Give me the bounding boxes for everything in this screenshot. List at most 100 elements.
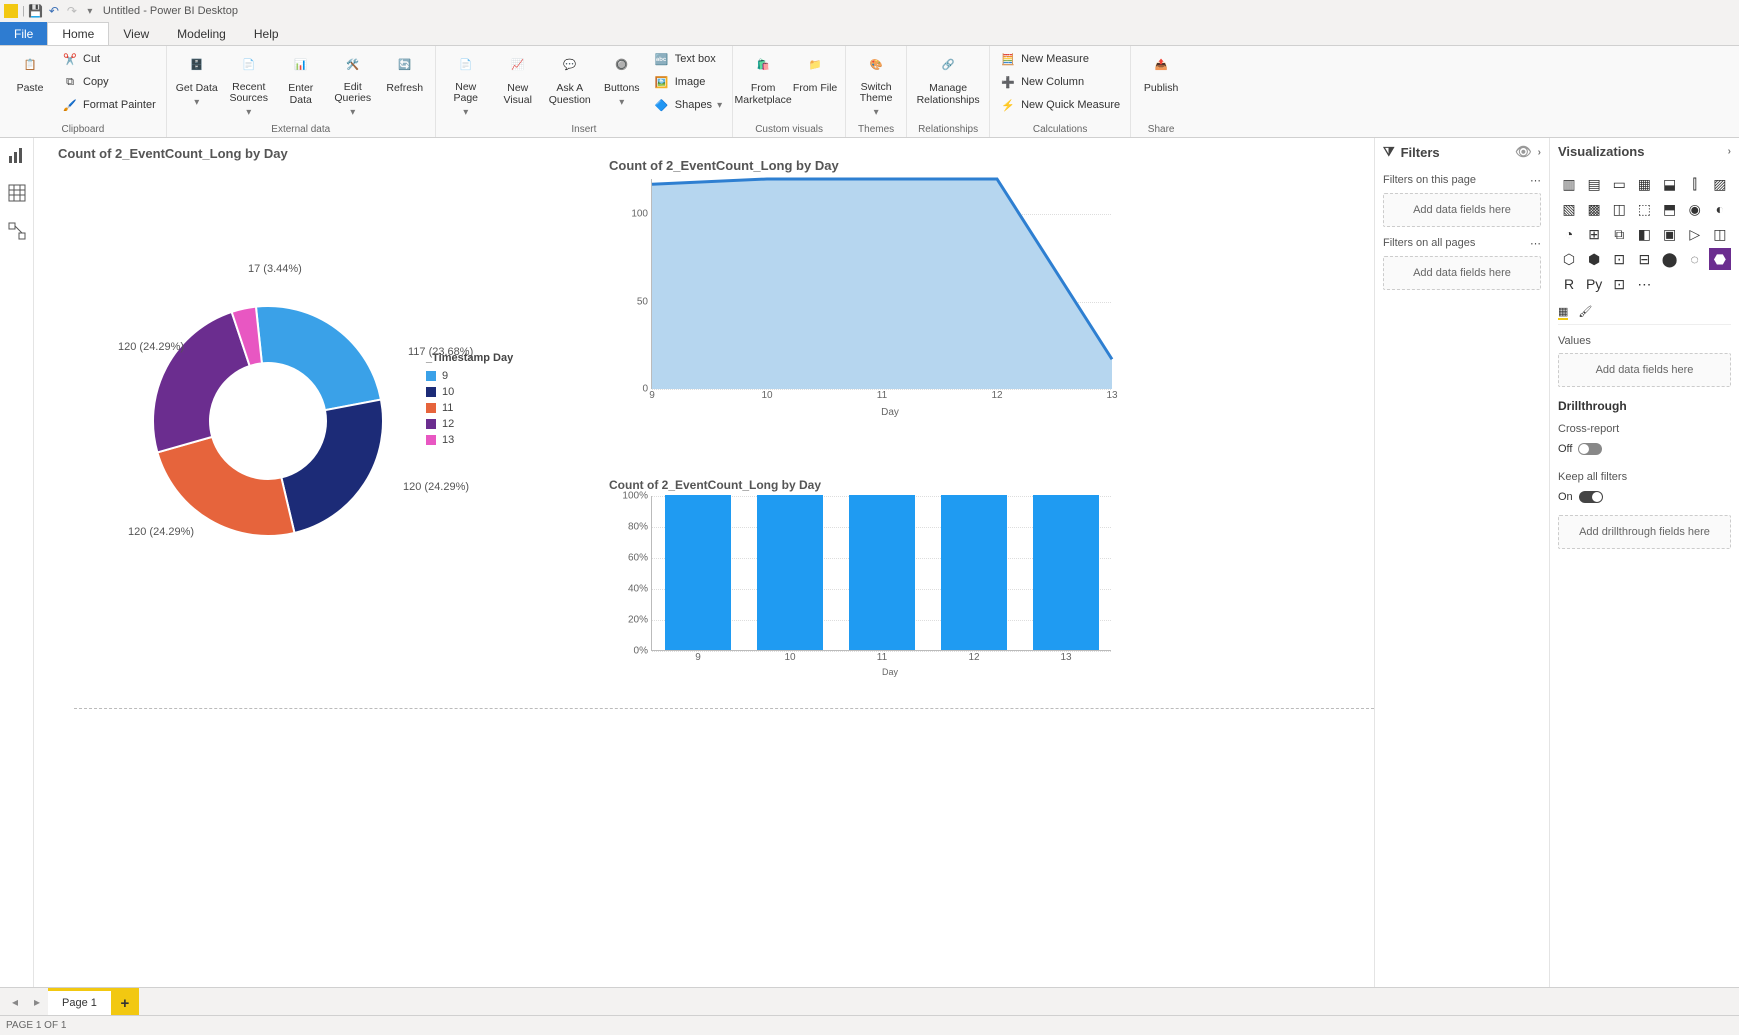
publish-button[interactable]: 📤Publish (1137, 48, 1185, 118)
refresh-button[interactable]: 🔄Refresh (381, 48, 429, 118)
viz-type-icon[interactable]: ⬒ (1659, 198, 1681, 220)
viz-type-icon[interactable]: ⊡ (1608, 248, 1630, 270)
viz-type-icon[interactable]: ⬢ (1583, 248, 1605, 270)
collapse-icon[interactable]: › (1538, 147, 1541, 158)
viz-type-icon[interactable]: ⧉ (1608, 223, 1630, 245)
viz-type-icon[interactable]: ▦ (1633, 173, 1655, 195)
viz-type-icon[interactable]: Py (1583, 273, 1605, 295)
format-painter-button[interactable]: 🖌️Format Painter (58, 94, 160, 116)
viz-type-icon[interactable]: ▨ (1709, 173, 1731, 195)
donut-legend: _Timestamp Day 910111213 (426, 352, 513, 450)
cross-report-label: Cross-report (1558, 423, 1731, 435)
shapes-button[interactable]: 🔷Shapes ▾ (650, 94, 726, 116)
viz-type-icon[interactable]: ▥ (1558, 173, 1580, 195)
bar-visual[interactable]: Count of 2_EventCount_Long by Day Count … (609, 478, 1129, 708)
ribbon-group-themes: 🎨Switch Theme▾ Themes (846, 46, 907, 137)
page-tab-1[interactable]: Page 1 (48, 988, 111, 1015)
cross-report-toggle[interactable]: Off (1558, 443, 1731, 455)
tab-file[interactable]: File (0, 22, 47, 45)
new-page-button[interactable]: 📄New Page▾ (442, 48, 490, 118)
undo-icon[interactable]: ↶ (47, 4, 61, 18)
edit-queries-button[interactable]: 🛠️Edit Queries▾ (329, 48, 377, 118)
model-view-icon[interactable] (8, 222, 26, 240)
recent-sources-button[interactable]: 📄Recent Sources▾ (225, 48, 273, 118)
new-quick-measure-button[interactable]: ⚡New Quick Measure (996, 94, 1124, 116)
viz-type-icon[interactable]: ⬡ (1558, 248, 1580, 270)
bar-xlabel: Day (651, 667, 1129, 677)
viz-type-icon[interactable]: ⬤ (1659, 248, 1681, 270)
app-icon (4, 4, 18, 18)
report-view-icon[interactable] (8, 146, 26, 164)
tab-help[interactable]: Help (240, 22, 293, 45)
report-canvas[interactable]: Count of 2_EventCount_Long by Day 17 (3.… (34, 138, 1374, 987)
copy-icon: ⧉ (62, 74, 78, 90)
copy-button[interactable]: ⧉Copy (58, 71, 160, 93)
viz-type-icon[interactable]: ⊡ (1608, 273, 1630, 295)
values-drop[interactable]: Add data fields here (1558, 353, 1731, 387)
viz-type-icon[interactable]: ▷ (1684, 223, 1706, 245)
paste-button[interactable]: 📋 Paste (6, 48, 54, 118)
viz-collapse-icon[interactable]: › (1728, 146, 1731, 157)
filters-pane: ⧩ Filters 👁 › Filters on this page⋯ Add … (1374, 138, 1549, 987)
viz-type-icon[interactable]: ▣ (1659, 223, 1681, 245)
data-view-icon[interactable] (8, 184, 26, 202)
filters-all-drop[interactable]: Add data fields here (1383, 256, 1541, 290)
ask-question-button[interactable]: 💬Ask A Question (546, 48, 594, 118)
filter-icon: ⧩ (1383, 144, 1395, 160)
viz-type-icon[interactable]: ▤ (1583, 173, 1605, 195)
bar (941, 495, 1007, 650)
eye-icon[interactable]: 👁 (1515, 144, 1532, 160)
new-measure-button[interactable]: 🧮New Measure (996, 48, 1124, 70)
viz-type-icon[interactable]: ▧ (1558, 198, 1580, 220)
from-file-button[interactable]: 📁From File (791, 48, 839, 118)
tab-view[interactable]: View (109, 22, 163, 45)
fields-tab-icon[interactable]: ▦ (1558, 305, 1568, 320)
viz-type-icon[interactable]: ▭ (1608, 173, 1630, 195)
new-column-button[interactable]: ➕New Column (996, 71, 1124, 93)
enter-data-button[interactable]: 📊Enter Data (277, 48, 325, 118)
table-icon: 📊 (287, 52, 315, 80)
save-icon[interactable]: 💾 (29, 4, 43, 18)
viz-type-icon[interactable]: ◌ (1684, 248, 1706, 270)
page-prev-icon[interactable]: ◂ (4, 991, 26, 1013)
viz-type-icon[interactable]: ◧ (1633, 223, 1655, 245)
viz-type-icon[interactable]: ◫ (1608, 198, 1630, 220)
page-tab-add[interactable]: + (111, 988, 139, 1015)
new-visual-button[interactable]: 📈New Visual (494, 48, 542, 118)
tab-modeling[interactable]: Modeling (163, 22, 240, 45)
viz-type-icon[interactable]: ◫ (1709, 223, 1731, 245)
cut-button[interactable]: ✂️Cut (58, 48, 160, 70)
ribbon: 📋 Paste ✂️Cut ⧉Copy 🖌️Format Painter Cli… (0, 46, 1739, 138)
viz-type-icon[interactable]: R (1558, 273, 1580, 295)
bar (665, 495, 731, 650)
viz-type-icon[interactable]: ◉ (1684, 198, 1706, 220)
textbox-button[interactable]: 🔤Text box (650, 48, 726, 70)
viz-type-icon[interactable]: ◐ (1709, 198, 1731, 220)
area-visual[interactable]: Count of 2_EventCount_Long by Day Count … (609, 158, 1129, 448)
viz-type-icon[interactable]: ▩ (1583, 198, 1605, 220)
viz-type-icon[interactable]: ⬣ (1709, 248, 1731, 270)
switch-theme-button[interactable]: 🎨Switch Theme▾ (852, 48, 900, 118)
image-button[interactable]: 🖼️Image (650, 71, 726, 93)
legend-item: 13 (426, 434, 513, 446)
redo-icon[interactable]: ↷ (65, 4, 79, 18)
viz-type-icon[interactable]: ⬚ (1633, 198, 1655, 220)
filters-page-drop[interactable]: Add data fields here (1383, 193, 1541, 227)
format-tab-icon[interactable]: 🖌 (1578, 305, 1592, 320)
get-data-button[interactable]: 🗄️Get Data▾ (173, 48, 221, 118)
qat-dropdown-icon[interactable]: ▾ (83, 4, 97, 18)
viz-type-icon[interactable]: ⋯ (1633, 273, 1655, 295)
manage-relationships-button[interactable]: 🔗Manage Relationships (913, 48, 983, 118)
keep-filters-toggle[interactable]: On (1558, 491, 1731, 503)
tab-home[interactable]: Home (47, 22, 109, 45)
buttons-button[interactable]: 🔘Buttons▾ (598, 48, 646, 118)
donut-visual[interactable]: Count of 2_EventCount_Long by Day 17 (3.… (58, 146, 598, 616)
page-next-icon[interactable]: ▸ (26, 991, 48, 1013)
viz-type-icon[interactable]: ⊟ (1633, 248, 1655, 270)
drillthrough-drop[interactable]: Add drillthrough fields here (1558, 515, 1731, 549)
viz-type-icon[interactable]: ⫿ (1684, 173, 1706, 195)
viz-type-icon[interactable]: ⬓ (1659, 173, 1681, 195)
from-marketplace-button[interactable]: 🛍️From Marketplace (739, 48, 787, 118)
viz-type-icon[interactable]: ◔ (1558, 223, 1580, 245)
viz-type-icon[interactable]: ⊞ (1583, 223, 1605, 245)
